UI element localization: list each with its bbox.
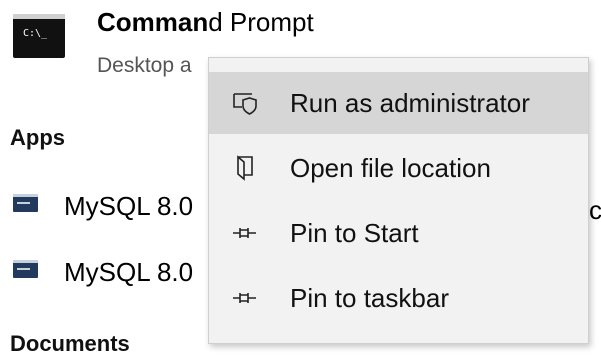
mysql-console-icon xyxy=(13,260,38,278)
command-prompt-icon-text: C:\_ xyxy=(23,28,48,39)
shield-run-icon xyxy=(231,89,259,117)
command-prompt-icon: C:\_ xyxy=(13,14,65,58)
menu-item-label: Run as administrator xyxy=(290,88,530,118)
menu-item-label: Open file location xyxy=(290,153,491,183)
truncated-label-fragment: c xyxy=(589,195,601,225)
mysql-console-icon xyxy=(13,194,38,212)
pin-icon xyxy=(231,219,259,247)
app-result-label: MySQL 8.0 xyxy=(64,257,194,287)
menu-item-pin-to-taskbar[interactable]: Pin to taskbar xyxy=(209,267,588,329)
context-menu: Run as administrator Open file location … xyxy=(208,57,589,344)
menu-item-pin-to-start[interactable]: Pin to Start xyxy=(209,202,588,264)
search-results-panel: C:\_ Command Prompt Desktop a Apps MySQL… xyxy=(0,0,601,361)
menu-item-label: Pin to taskbar xyxy=(290,283,449,313)
app-result-label: MySQL 8.0 xyxy=(64,191,194,221)
pin-icon xyxy=(231,284,259,312)
best-match-title: Command Prompt xyxy=(97,7,314,37)
best-match-subtitle: Desktop a xyxy=(97,54,192,77)
section-header-documents: Documents xyxy=(10,331,130,356)
menu-item-run-as-administrator[interactable]: Run as administrator xyxy=(209,72,588,134)
menu-item-open-file-location[interactable]: Open file location xyxy=(209,137,588,199)
folder-open-icon xyxy=(231,154,259,182)
section-header-apps: Apps xyxy=(10,125,65,150)
menu-item-label: Pin to Start xyxy=(290,218,419,248)
